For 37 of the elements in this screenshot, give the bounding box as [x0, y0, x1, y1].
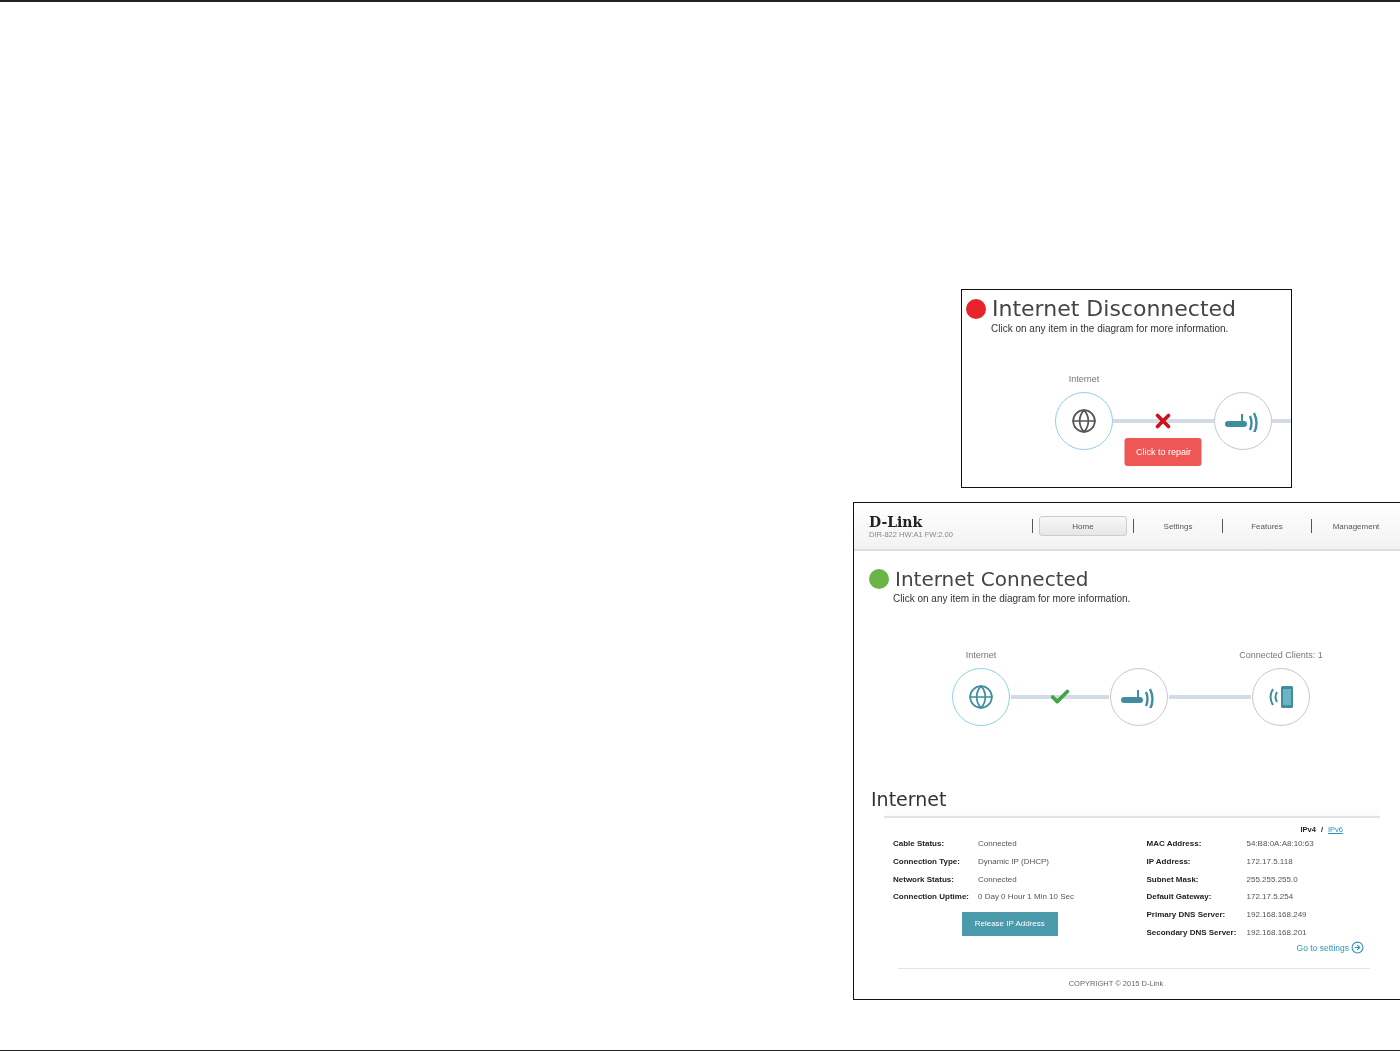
field-value: 255.255.255.0 [1246, 874, 1299, 884]
field-value: 54:B8:0A:A8:10:63 [1246, 839, 1315, 849]
node-label: Connected Clients: 1 [1239, 650, 1323, 662]
nav-tab[interactable]: Features [1223, 516, 1311, 536]
field-label: Network Status: [893, 874, 955, 884]
field-value: 192.168.168.201 [1246, 927, 1308, 937]
node-label: Internet [965, 650, 997, 662]
field-label: Default Gateway: [1146, 892, 1213, 902]
field-value: Dynamic IP (DHCP) [978, 857, 1050, 867]
field-label: Subnet Mask: [1146, 874, 1200, 884]
node-label: Internet [1068, 374, 1100, 386]
field-value: Connected [978, 839, 1018, 849]
status-title: Internet Connected [895, 567, 1089, 591]
status-title: Internet Disconnected [992, 296, 1237, 321]
field-label: MAC Address: [1146, 839, 1203, 849]
nav-tab[interactable]: Management [1312, 516, 1400, 536]
hint-text: Click on any item in the diagram for more information. [893, 593, 1132, 604]
field-label: Cable Status: [893, 839, 946, 849]
arrow-circle-icon [1351, 941, 1364, 955]
field-label: Connection Type: [893, 857, 961, 867]
field-value: Connected [978, 874, 1018, 884]
field-value: 0 Day 0 Hour 1 Min 10 Sec [978, 892, 1076, 902]
nav-tab[interactable]: Settings [1134, 516, 1222, 536]
logo: D-Link [869, 513, 924, 530]
field-label: IP Address: [1146, 857, 1192, 867]
field-value: 192.168.168.249 [1246, 910, 1308, 920]
globe-icon [1071, 408, 1097, 434]
field-value: 172.17.5.254 [1246, 892, 1295, 902]
field-label: Primary DNS Server: [1146, 910, 1227, 920]
globe-icon [968, 684, 994, 710]
go-to-settings-link[interactable]: Go to settings [1296, 941, 1364, 955]
field-label: Connection Uptime: [893, 892, 970, 902]
field-label: Secondary DNS Server: [1146, 927, 1238, 937]
hint-text: Click on any item in the diagram for more information. [991, 323, 1230, 334]
field-value: 172.17.5.118 [1246, 857, 1294, 867]
section-title: Internet [871, 788, 948, 810]
nav-tab[interactable]: Home [1039, 516, 1127, 536]
